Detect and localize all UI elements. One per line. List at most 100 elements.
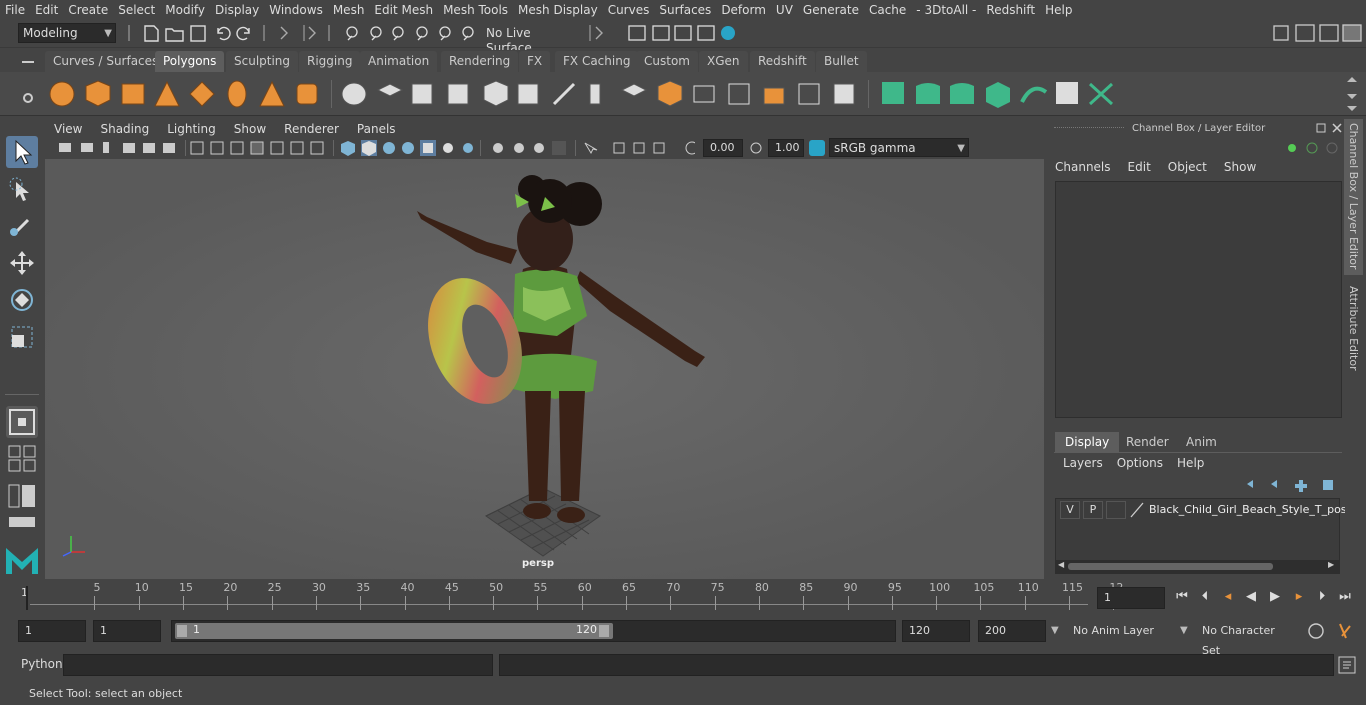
layer-visibility-toggle[interactable]: V	[1060, 501, 1080, 519]
side-tab-attribute-editor[interactable]: Attribute Editor	[1344, 282, 1363, 375]
rotate-tool-button[interactable]	[6, 284, 38, 316]
tab-fx[interactable]: FX	[519, 51, 551, 72]
layer-hscrollbar[interactable]: ◀ ▶	[1056, 560, 1339, 573]
four-view-layout-icon[interactable]	[7, 444, 39, 474]
color-space-dropdown[interactable]: sRGB gamma ▼	[829, 138, 969, 157]
playback-start-field[interactable]: 1	[93, 620, 161, 642]
menu-edit-mesh[interactable]: Edit Mesh	[369, 3, 438, 17]
menu-display[interactable]: Display	[210, 3, 264, 17]
tab-fx-caching[interactable]: FX Caching	[555, 51, 639, 72]
menu-mesh-display[interactable]: Mesh Display	[513, 3, 603, 17]
menu-surfaces[interactable]: Surfaces	[654, 3, 716, 17]
menu-curves[interactable]: Curves	[603, 3, 655, 17]
tab-bullet[interactable]: Bullet	[816, 51, 867, 72]
scene-start-field[interactable]: 1	[18, 620, 86, 642]
vp-menu-show[interactable]: Show	[225, 122, 275, 136]
next-key-icon[interactable]: ▸	[1291, 589, 1307, 605]
layer-playback-toggle[interactable]: P	[1083, 501, 1103, 519]
step-back-icon[interactable]: ⏴	[1197, 589, 1213, 605]
menu-edit[interactable]: Edit	[30, 3, 63, 17]
scale-tool-button[interactable]	[6, 321, 38, 353]
tab-redshift[interactable]: Redshift	[750, 51, 815, 72]
tab-display[interactable]: Display	[1055, 432, 1120, 452]
scroll-left-icon[interactable]: ◀	[1058, 560, 1064, 569]
menu-modify[interactable]: Modify	[160, 3, 210, 17]
range-slider-bar[interactable]: 1 120	[175, 623, 613, 639]
character-set-chevron-icon[interactable]: ▼	[1180, 625, 1188, 636]
shelf-settings-icon[interactable]	[20, 90, 36, 106]
cb-menu-edit[interactable]: Edit	[1128, 160, 1151, 174]
graph-layout-icon[interactable]	[7, 515, 39, 529]
move-tool-button[interactable]	[6, 247, 38, 279]
vp-menu-panels[interactable]: Panels	[348, 122, 405, 136]
menu-cache[interactable]: Cache	[864, 3, 911, 17]
tab-curves-surfaces[interactable]: Curves / Surfaces	[45, 51, 167, 72]
tab-anim[interactable]: Anim	[1176, 432, 1227, 452]
paint-select-button[interactable]	[6, 210, 38, 242]
tab-rendering[interactable]: Rendering	[441, 51, 519, 72]
side-tab-channel-box[interactable]: Channel Box / Layer Editor	[1344, 119, 1363, 275]
panel-grip[interactable]	[1054, 127, 1124, 130]
menu-help[interactable]: Help	[1040, 3, 1077, 17]
layer-color-icon[interactable]	[1129, 501, 1145, 519]
menu-redshift[interactable]: Redshift	[981, 3, 1040, 17]
menu-generate[interactable]: Generate	[798, 3, 864, 17]
tab-polygons[interactable]: Polygons	[155, 51, 225, 72]
playback-end-field[interactable]: 120	[902, 620, 970, 642]
layer-menu-help[interactable]: Help	[1177, 456, 1204, 470]
menu-mesh[interactable]: Mesh	[328, 3, 370, 17]
go-to-end-icon[interactable]: ⏭	[1337, 589, 1353, 605]
anim-layer-dropdown[interactable]: No Anim Layer	[1066, 620, 1175, 642]
channel-list[interactable]	[1055, 181, 1342, 418]
vp-menu-lighting[interactable]: Lighting	[158, 122, 225, 136]
menu-mesh-tools[interactable]: Mesh Tools	[438, 3, 513, 17]
exposure-field[interactable]: 0.00	[703, 139, 743, 157]
step-forward-icon[interactable]: ⏵	[1314, 589, 1330, 605]
menu-3dtoall[interactable]: - 3DtoAll -	[911, 3, 981, 17]
select-tool-button[interactable]	[6, 136, 38, 168]
anim-layer-chevron-icon[interactable]: ▼	[1051, 625, 1059, 636]
tab-xgen[interactable]: XGen	[699, 51, 748, 72]
lasso-tool-button[interactable]	[6, 174, 38, 206]
menu-windows[interactable]: Windows	[264, 3, 328, 17]
layer-name[interactable]: Black_Child_Girl_Beach_Style_T_pose_	[1149, 503, 1359, 516]
menu-create[interactable]: Create	[63, 3, 113, 17]
range-start-handle[interactable]	[177, 625, 187, 637]
single-view-layout-button[interactable]	[6, 406, 38, 438]
vp-menu-view[interactable]: View	[45, 122, 91, 136]
go-to-start-icon[interactable]: ⏮	[1174, 589, 1190, 605]
gamma-field[interactable]: 1.00	[768, 139, 804, 157]
prev-key-icon[interactable]: ◂	[1220, 589, 1236, 605]
play-backward-icon[interactable]: ◀	[1243, 589, 1259, 605]
character-set-dropdown[interactable]: No Character Set	[1195, 620, 1300, 657]
vp-menu-shading[interactable]: Shading	[91, 122, 158, 136]
layer-display-type-toggle[interactable]	[1106, 501, 1126, 519]
tab-rigging[interactable]: Rigging	[299, 51, 361, 72]
layer-menu-layers[interactable]: Layers	[1063, 456, 1103, 470]
shelf-menu-icon[interactable]	[20, 55, 36, 69]
command-language-label[interactable]: Python	[21, 657, 63, 671]
menu-uv[interactable]: UV	[771, 3, 798, 17]
shelf-scroll-icon[interactable]	[1344, 74, 1360, 114]
tab-custom[interactable]: Custom	[636, 51, 698, 72]
scene-end-field[interactable]: 200	[978, 620, 1046, 642]
cb-menu-show[interactable]: Show	[1224, 160, 1256, 174]
panel-window-controls[interactable]	[1316, 122, 1344, 134]
current-frame-field[interactable]: 1	[1097, 587, 1165, 609]
tab-sculpting[interactable]: Sculpting	[226, 51, 299, 72]
tab-render[interactable]: Render	[1116, 432, 1179, 452]
menu-file[interactable]: File	[0, 3, 30, 17]
live-surface-field[interactable]: No Live Surface	[481, 23, 585, 55]
color-management-icon[interactable]	[808, 139, 826, 157]
outliner-layout-icon[interactable]	[7, 483, 39, 509]
play-forward-icon[interactable]: ▶	[1267, 589, 1283, 605]
vp-menu-renderer[interactable]: Renderer	[275, 122, 348, 136]
mode-dropdown[interactable]: Modeling ▼	[18, 23, 116, 43]
range-end-handle[interactable]	[599, 625, 609, 637]
command-input[interactable]	[63, 654, 493, 676]
scroll-thumb[interactable]	[1068, 563, 1273, 570]
current-time-indicator[interactable]	[26, 586, 28, 610]
scroll-right-icon[interactable]: ▶	[1328, 560, 1334, 569]
menu-deform[interactable]: Deform	[716, 3, 771, 17]
script-editor-icon[interactable]	[1338, 656, 1356, 674]
